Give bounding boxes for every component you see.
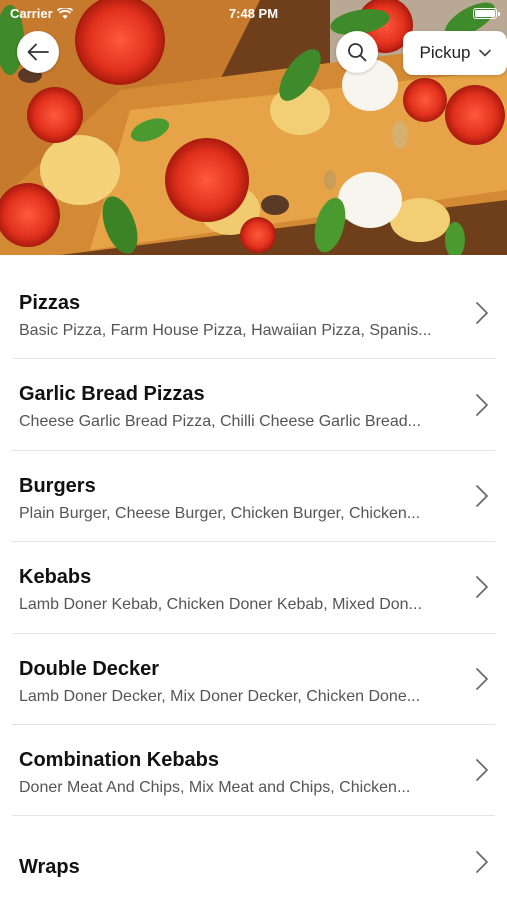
category-list: Pizzas Basic Pizza, Farm House Pizza, Ha… <box>0 268 507 900</box>
category-title: Wraps <box>19 856 80 879</box>
chevron-right-icon <box>476 302 488 325</box>
category-item-combination-kebabs[interactable]: Combination Kebabs Doner Meat And Chips,… <box>12 725 495 817</box>
search-icon <box>348 43 367 62</box>
back-button[interactable] <box>17 31 59 73</box>
category-subtitle: Lamb Doner Decker, Mix Doner Decker, Chi… <box>19 687 421 705</box>
category-subtitle: Doner Meat And Chips, Mix Meat and Chips… <box>19 778 411 796</box>
hero-banner: Carrier 7:48 PM Pickup <box>0 0 507 255</box>
chevron-right-icon <box>476 851 488 873</box>
chevron-right-icon <box>476 393 488 416</box>
status-time: 7:48 PM <box>228 6 279 21</box>
category-subtitle: Lamb Doner Kebab, Chicken Doner Kebab, M… <box>19 596 422 614</box>
status-bar: Carrier 7:48 PM <box>0 0 507 28</box>
search-button[interactable] <box>336 31 378 73</box>
chevron-right-icon <box>476 576 488 599</box>
chevron-right-icon <box>476 485 488 507</box>
category-item-pizzas[interactable]: Pizzas Basic Pizza, Farm House Pizza, Ha… <box>12 268 495 360</box>
pickup-label: Pickup <box>419 43 471 62</box>
battery-icon <box>473 8 500 19</box>
pickup-dropdown[interactable]: Pickup <box>403 31 507 75</box>
category-subtitle: Plain Burger, Cheese Burger, Chicken Bur… <box>19 504 421 522</box>
chevron-down-icon <box>478 49 491 57</box>
arrow-left-icon <box>27 43 49 61</box>
category-item-wraps[interactable]: Wraps <box>12 816 495 900</box>
chevron-right-icon <box>476 667 488 690</box>
category-item-garlic-bread-pizzas[interactable]: Garlic Bread Pizzas Cheese Garlic Bread … <box>12 359 495 451</box>
category-title: Pizzas <box>19 292 81 314</box>
chevron-right-icon <box>476 759 488 782</box>
category-item-burgers[interactable]: Burgers Plain Burger, Cheese Burger, Chi… <box>12 451 495 543</box>
category-title: Combination Kebabs <box>19 748 220 771</box>
category-title: Double Decker <box>19 657 160 680</box>
category-title: Kebabs <box>19 566 92 589</box>
category-title: Garlic Bread Pizzas <box>19 383 205 406</box>
category-item-kebabs[interactable]: Kebabs Lamb Doner Kebab, Chicken Doner K… <box>12 542 495 634</box>
category-subtitle: Basic Pizza, Farm House Pizza, Hawaiian … <box>19 322 432 339</box>
category-subtitle: Cheese Garlic Bread Pizza, Chilli Cheese… <box>19 413 421 431</box>
category-item-double-decker[interactable]: Double Decker Lamb Doner Decker, Mix Don… <box>12 634 495 725</box>
category-title: Burgers <box>19 474 96 497</box>
